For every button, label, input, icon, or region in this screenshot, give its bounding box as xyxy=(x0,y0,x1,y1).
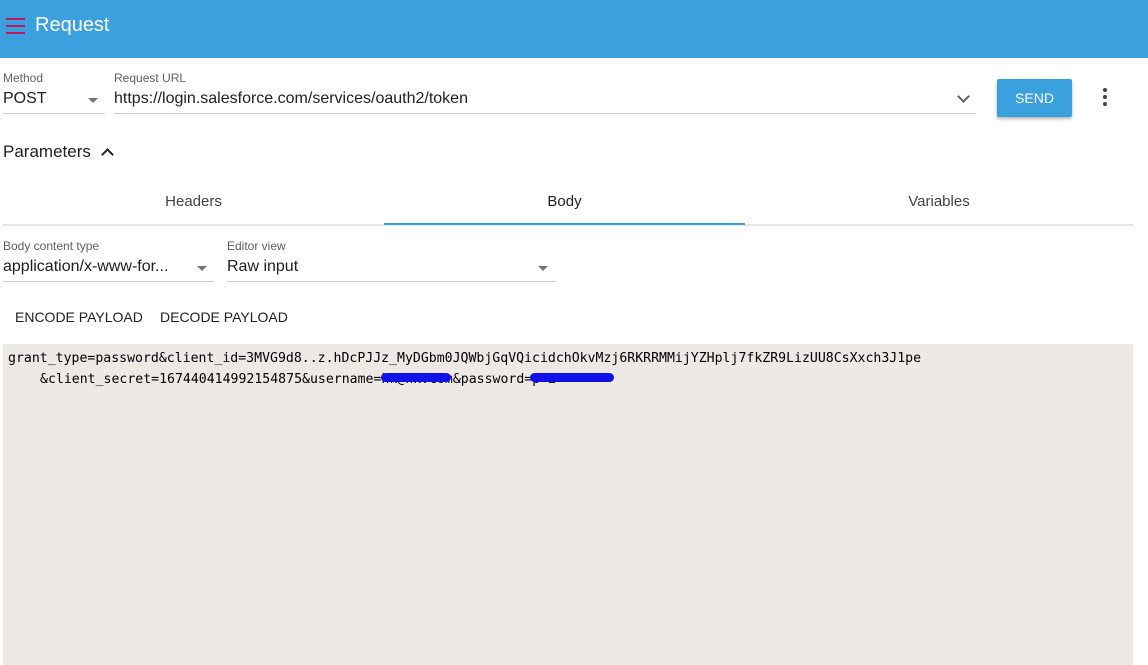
payload-line-1: grant_type=password&client_id=3MVG9d8..z… xyxy=(8,351,922,366)
active-tab-indicator xyxy=(384,223,745,225)
content-type-select[interactable]: application/x-www-for... xyxy=(3,258,168,276)
username-redaction-mark xyxy=(381,373,451,382)
url-history-chevron-icon[interactable] xyxy=(957,90,970,103)
method-dropdown-icon[interactable] xyxy=(88,98,98,103)
method-underline xyxy=(3,113,105,114)
more-vert-icon[interactable] xyxy=(1099,88,1111,106)
tab-variables[interactable]: Variables xyxy=(745,178,1133,224)
url-input[interactable]: https://login.salesforce.com/services/oa… xyxy=(114,90,468,108)
collapse-chevron-up-icon[interactable] xyxy=(101,147,115,157)
method-select[interactable]: POST xyxy=(3,90,47,108)
parameters-title: Parameters xyxy=(3,142,91,161)
menu-icon[interactable] xyxy=(6,18,25,34)
password-redaction-mark xyxy=(530,373,614,382)
encode-payload-button[interactable]: ENCODE PAYLOAD xyxy=(15,306,143,328)
app-bar: Request xyxy=(0,0,1148,58)
editor-view-label: Editor view xyxy=(227,239,286,253)
editor-view-underline xyxy=(227,281,556,282)
content-type-dropdown-icon[interactable] xyxy=(197,266,207,271)
tab-headers[interactable]: Headers xyxy=(3,178,384,224)
parameters-tabs: Headers Body Variables xyxy=(3,178,1133,226)
send-button[interactable]: SEND xyxy=(997,79,1072,117)
content-type-label: Body content type xyxy=(3,239,100,253)
url-underline xyxy=(114,113,976,114)
payload-editor[interactable]: grant_type=password&client_id=3MVG9d8..z… xyxy=(3,344,1133,665)
tab-body[interactable]: Body xyxy=(384,178,745,224)
content-type-underline xyxy=(3,281,214,282)
editor-view-select[interactable]: Raw input xyxy=(227,258,298,276)
method-label: Method xyxy=(3,71,44,85)
editor-view-dropdown-icon[interactable] xyxy=(538,266,548,271)
decode-payload-button[interactable]: DECODE PAYLOAD xyxy=(160,306,288,328)
url-label: Request URL xyxy=(114,71,187,85)
app-title: Request xyxy=(35,14,110,36)
